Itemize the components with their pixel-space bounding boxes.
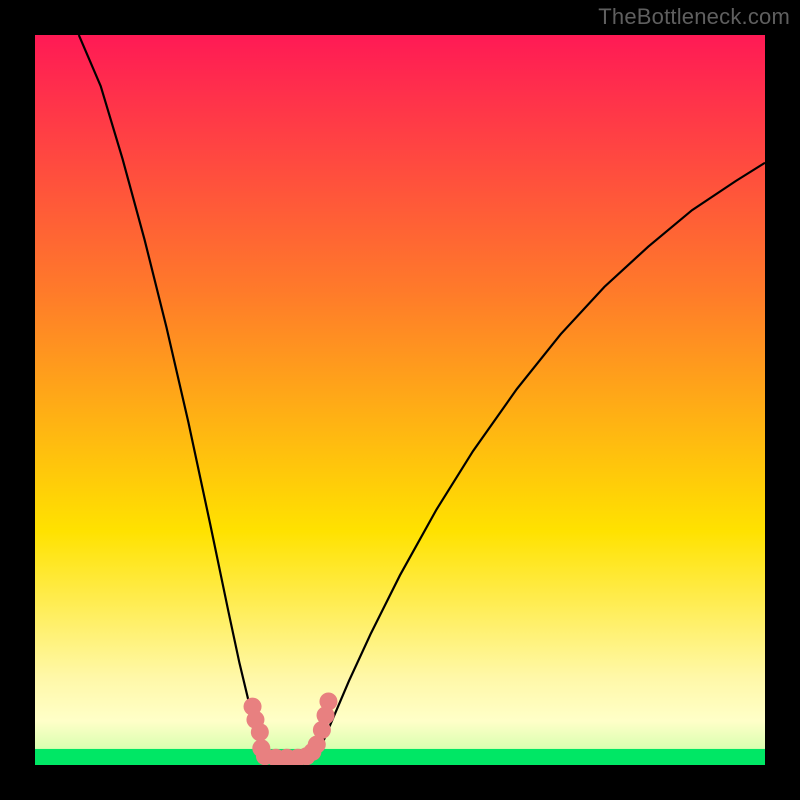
- valley-marker-dot: [319, 692, 337, 710]
- gradient-background: [35, 35, 765, 765]
- valley-marker-dot: [251, 723, 269, 741]
- attribution-label: TheBottleneck.com: [598, 4, 790, 30]
- green-band: [35, 749, 765, 765]
- bottleneck-chart: [35, 35, 765, 765]
- chart-frame: TheBottleneck.com: [0, 0, 800, 800]
